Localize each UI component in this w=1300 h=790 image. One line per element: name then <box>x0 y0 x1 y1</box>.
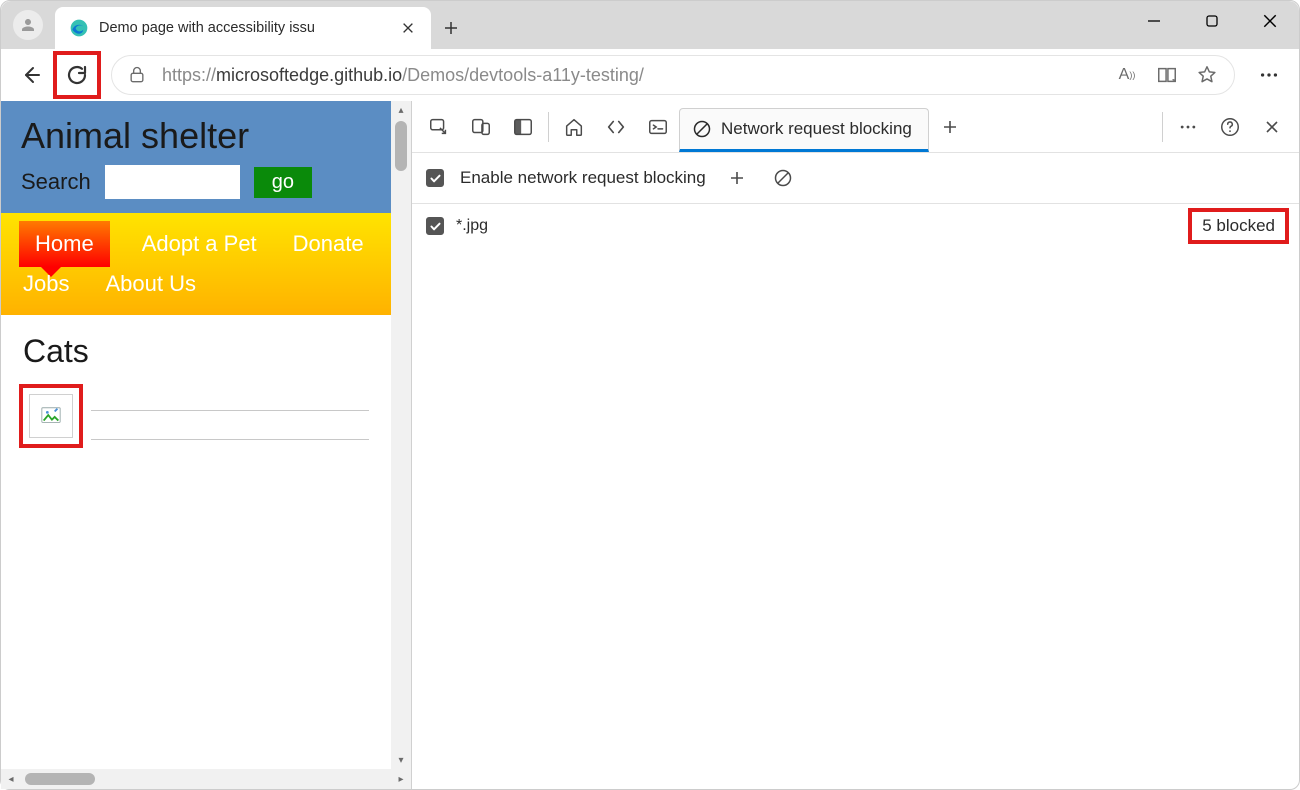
devtools-panel: Network request blocking Enable network … <box>411 101 1299 789</box>
nav-item-home[interactable]: Home <box>19 221 110 267</box>
main-nav: Home Adopt a Pet Donate Jobs About Us <box>1 213 391 315</box>
window-minimize-button[interactable] <box>1125 1 1183 41</box>
page-header: Animal shelter Search go <box>1 101 391 213</box>
hscroll-thumb[interactable] <box>25 773 95 785</box>
edge-favicon-icon <box>69 18 89 38</box>
nav-item-adopt[interactable]: Adopt a Pet <box>138 225 261 263</box>
browser-toolbar: https://microsoftedge.github.io/Demos/de… <box>1 49 1299 101</box>
tab-title: Demo page with accessibility issu <box>99 20 387 36</box>
pattern-checkbox[interactable] <box>426 217 444 235</box>
window-maximize-button[interactable] <box>1183 1 1241 41</box>
more-tabs-button[interactable] <box>929 106 971 148</box>
favorites-button[interactable] <box>1190 58 1224 92</box>
tab-close-button[interactable] <box>397 17 419 39</box>
blocked-count-badge: 5 blocked <box>1192 212 1285 240</box>
scroll-right-icon[interactable]: ▸ <box>391 774 411 785</box>
console-tab-icon[interactable] <box>637 106 679 148</box>
tab-label: Network request blocking <box>721 119 912 139</box>
address-bar[interactable]: https://microsoftedge.github.io/Demos/de… <box>111 55 1235 95</box>
devtools-close-button[interactable] <box>1251 106 1293 148</box>
tab-network-request-blocking[interactable]: Network request blocking <box>679 108 929 152</box>
scroll-down-icon[interactable]: ▾ <box>391 751 411 769</box>
devtools-tab-strip: Network request blocking <box>412 101 1299 153</box>
highlight-broken-image <box>23 388 79 444</box>
reader-mode-button[interactable] <box>1150 58 1184 92</box>
browser-tab-active[interactable]: Demo page with accessibility issu <box>55 7 431 49</box>
scroll-left-icon[interactable]: ◂ <box>1 774 21 785</box>
search-go-button[interactable]: go <box>254 167 312 198</box>
url-text: https://microsoftedge.github.io/Demos/de… <box>162 65 644 86</box>
window-titlebar: Demo page with accessibility issu <box>1 1 1299 49</box>
site-info-lock-icon[interactable] <box>122 60 152 90</box>
broken-image-icon <box>29 394 73 438</box>
back-button[interactable] <box>9 53 53 97</box>
elements-tab-icon[interactable] <box>595 106 637 148</box>
scroll-up-icon[interactable]: ▴ <box>391 101 411 119</box>
welcome-tab-icon[interactable] <box>553 106 595 148</box>
device-emulation-button[interactable] <box>460 106 502 148</box>
dock-side-button[interactable] <box>502 106 544 148</box>
enable-blocking-checkbox[interactable] <box>426 169 444 187</box>
horizontal-scrollbar[interactable]: ◂ ▸ <box>1 769 411 789</box>
block-icon <box>692 119 712 139</box>
settings-more-button[interactable] <box>1247 53 1291 97</box>
blocking-toolbar: Enable network request blocking <box>412 153 1299 204</box>
page-pane: ▴ ▾ Animal shelter Search go Home Adopt … <box>1 101 411 789</box>
window-close-button[interactable] <box>1241 1 1299 41</box>
vertical-scrollbar[interactable]: ▴ ▾ <box>391 101 411 769</box>
new-tab-button[interactable] <box>431 7 471 49</box>
section-heading-cats: Cats <box>23 333 369 370</box>
nav-item-donate[interactable]: Donate <box>289 225 368 263</box>
read-aloud-button[interactable]: A)) <box>1110 58 1144 92</box>
blocking-pattern-row[interactable]: *.jpg 5 blocked <box>412 204 1299 248</box>
devtools-more-button[interactable] <box>1167 106 1209 148</box>
page-title: Animal shelter <box>21 115 371 157</box>
remove-all-patterns-button[interactable] <box>768 163 798 193</box>
scroll-thumb[interactable] <box>395 121 407 171</box>
profile-avatar[interactable] <box>13 10 43 40</box>
nav-item-about[interactable]: About Us <box>101 265 200 303</box>
inspect-element-button[interactable] <box>418 106 460 148</box>
content-area: ▴ ▾ Animal shelter Search go Home Adopt … <box>1 101 1299 789</box>
refresh-button[interactable] <box>55 53 99 97</box>
nav-item-jobs[interactable]: Jobs <box>19 265 73 303</box>
add-pattern-button[interactable] <box>722 163 752 193</box>
enable-blocking-label: Enable network request blocking <box>460 168 706 188</box>
devtools-help-button[interactable] <box>1209 106 1251 148</box>
search-input[interactable] <box>105 165 240 199</box>
search-label: Search <box>21 169 91 195</box>
pattern-text: *.jpg <box>456 217 488 235</box>
